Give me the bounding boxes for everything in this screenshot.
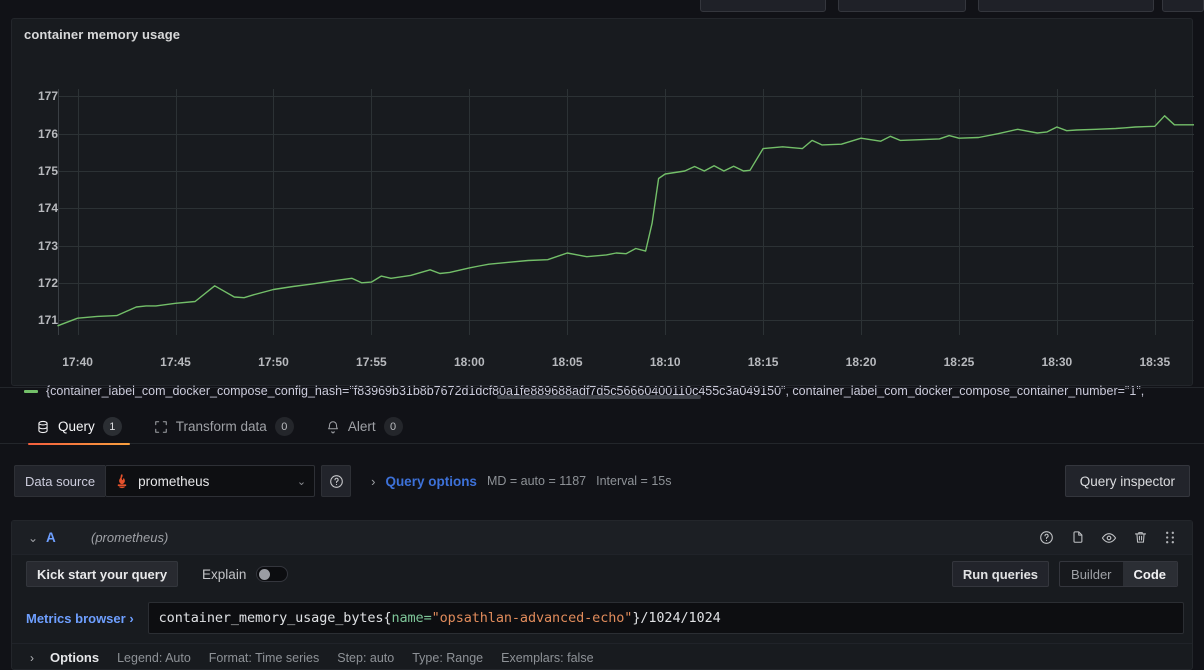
x-tick: 18:35: [1139, 355, 1171, 369]
top-toolbar-strip: [0, 0, 1204, 18]
x-tick: 18:25: [943, 355, 975, 369]
x-tick: 18:20: [845, 355, 877, 369]
mode-builder-option[interactable]: Builder: [1060, 562, 1122, 586]
datasource-label: Data source: [14, 465, 106, 497]
promql-metric-name: container_memory_usage_bytes{: [158, 610, 392, 626]
tab-query-count: 1: [102, 417, 122, 436]
promql-expression-tail: /1024/1024: [640, 610, 721, 626]
eye-icon[interactable]: [1101, 530, 1117, 546]
transform-icon: [154, 420, 168, 434]
duplicate-icon[interactable]: [1070, 530, 1085, 545]
query-inspector-button[interactable]: Query inspector: [1064, 465, 1190, 497]
option-type: Type: Range: [412, 650, 484, 665]
editor-tabs: Query 1 Transform data 0 Alert 0: [0, 410, 1204, 445]
toolbar-ghost-button-4[interactable]: [1162, 0, 1204, 12]
chevron-right-icon[interactable]: ›: [30, 651, 34, 665]
x-tick: 17:45: [160, 355, 191, 369]
chevron-down-icon[interactable]: ⌄: [297, 475, 306, 488]
explain-label: Explain: [202, 566, 247, 582]
query-editor-card: ⌄ A (prometheus) Kick start your query E…: [11, 520, 1193, 670]
x-tick: 18:00: [453, 355, 485, 369]
x-tick: 17:50: [258, 355, 289, 369]
datasource-help-button[interactable]: [321, 465, 352, 497]
promql-label-value: "opsathlan-advanced-echo": [431, 610, 633, 626]
grafana-panel-editor: container memory usage 177 176 175 174 1…: [0, 0, 1204, 670]
query-options-toggle[interactable]: Query options: [385, 474, 477, 489]
editor-mode-toggle: Builder Code: [1059, 561, 1178, 587]
panel-title: container memory usage: [24, 27, 181, 42]
option-exemplars: Exemplars: false: [501, 650, 594, 665]
panel-bottom-divider: [0, 387, 1204, 388]
drag-handle-icon[interactable]: [1164, 530, 1176, 545]
help-circle-icon[interactable]: [1039, 530, 1054, 545]
x-tick: 18:30: [1041, 355, 1073, 369]
plot-area[interactable]: [12, 63, 1194, 335]
kick-start-your-query-button[interactable]: Kick start your query: [26, 561, 179, 587]
query-mode-controls: Run queries Builder Code: [951, 561, 1178, 587]
max-data-points-info: MD = auto = 1187: [486, 474, 587, 488]
graph-panel: container memory usage 177 176 175 174 1…: [11, 18, 1194, 398]
trash-icon[interactable]: [1133, 530, 1148, 545]
x-axis: 17:40 17:45 17:50 17:55 18:00 18:05 18:10 18:15…: [58, 355, 1194, 375]
toolbar-ghost-button-3[interactable]: [978, 0, 1154, 12]
query-expression-row: Metrics browser › container_memory_usage…: [12, 597, 1192, 639]
splitter-handle[interactable]: [497, 395, 701, 399]
query-editor-header: ⌄ A (prometheus): [12, 521, 1192, 555]
option-format: Format: Time series: [208, 650, 320, 665]
query-header-actions: [1039, 530, 1182, 546]
datasource-picker[interactable]: prometheus ⌄: [105, 465, 316, 497]
interval-info: Interval = 15s: [596, 474, 672, 488]
pane-splitter[interactable]: [0, 390, 1204, 404]
promql-label-key: name=: [391, 610, 432, 626]
x-tick: 17:40: [62, 355, 93, 369]
x-tick: 18:10: [649, 355, 681, 369]
prometheus-logo-icon: [114, 473, 130, 489]
chevron-right-icon[interactable]: ›: [371, 474, 375, 489]
option-legend: Legend: Auto: [117, 650, 191, 665]
datasource-selected-value: prometheus: [138, 473, 210, 489]
tab-alert-label: Alert: [347, 419, 376, 434]
toolbar-ghost-button-1[interactable]: [700, 0, 826, 12]
options-title: Options: [50, 650, 100, 665]
series-canvas: [57, 89, 1194, 335]
tab-alert[interactable]: Alert 0: [310, 410, 419, 444]
tab-transform-data-count: 0: [274, 417, 294, 436]
tab-query[interactable]: Query 1: [20, 410, 138, 445]
query-ref-id[interactable]: A: [46, 530, 91, 545]
explain-switch-knob: [259, 568, 271, 580]
tab-alert-count: 0: [383, 417, 403, 436]
series-line: [57, 115, 1194, 327]
tab-transform-data-label: Transform data: [175, 419, 267, 434]
metrics-browser-button[interactable]: Metrics browser ›: [26, 611, 148, 626]
run-queries-button[interactable]: Run queries: [951, 561, 1050, 587]
datasource-row: Data source prometheus ⌄ › Query options…: [0, 458, 1204, 504]
tab-query-label: Query: [58, 419, 95, 434]
query-datasource-name: (prometheus): [91, 530, 169, 545]
toolbar-ghost-button-2[interactable]: [838, 0, 966, 12]
tab-transform-data[interactable]: Transform data 0: [138, 410, 310, 444]
database-icon: [36, 420, 50, 434]
help-circle-icon: [329, 474, 344, 489]
option-step: Step: auto: [337, 650, 395, 665]
mode-code-option[interactable]: Code: [1122, 562, 1177, 586]
x-tick: 18:15: [747, 355, 779, 369]
x-tick: 18:05: [551, 355, 583, 369]
explain-switch[interactable]: [256, 566, 289, 582]
collapse-query-icon[interactable]: ⌄: [28, 531, 46, 545]
promql-code-input[interactable]: container_memory_usage_bytes{name= "opsat…: [147, 602, 1184, 634]
bell-icon: [326, 420, 340, 434]
query-options-summary-row[interactable]: › Options Legend: Auto Format: Time seri…: [12, 643, 1192, 670]
explain-toggle-group[interactable]: Explain: [202, 566, 289, 582]
promql-close-brace: }: [632, 610, 641, 626]
query-options-group[interactable]: › Query options MD = auto = 1187 Interva…: [371, 474, 671, 489]
x-tick: 17:55: [356, 355, 387, 369]
query-toolbar-row: Kick start your query Explain Run querie…: [12, 555, 1192, 593]
